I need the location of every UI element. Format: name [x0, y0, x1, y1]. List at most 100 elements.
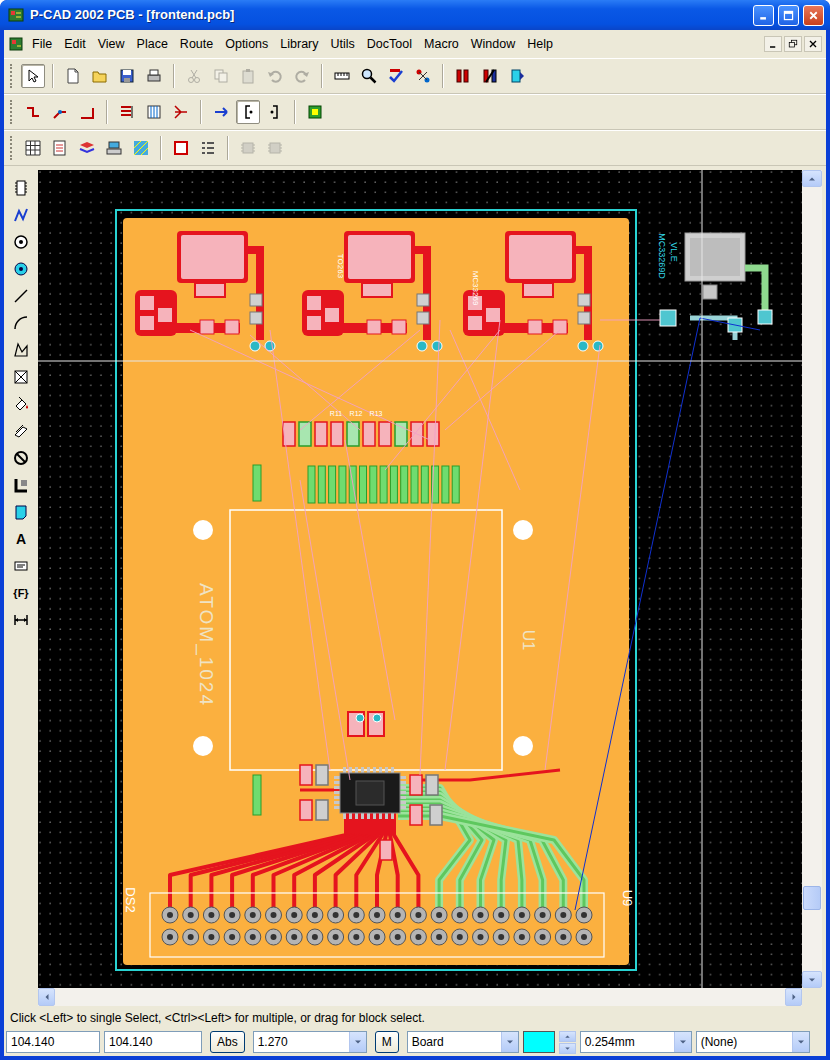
vertical-scrollbar[interactable] [802, 170, 822, 988]
grid-select-dropdown-button[interactable] [349, 1032, 366, 1052]
toolbar-button[interactable] [88, 64, 112, 88]
toolbar-button[interactable] [263, 100, 287, 124]
close-button[interactable] [803, 5, 824, 26]
line-width-select[interactable]: 0.254mm [580, 1031, 692, 1053]
tool-button[interactable] [9, 446, 33, 470]
toolbar-button[interactable] [75, 136, 99, 160]
tool-button[interactable] [9, 338, 33, 362]
tool-button[interactable] [9, 500, 33, 524]
title-bar[interactable]: P-CAD 2002 PCB - [frontend.pcb] [0, 0, 830, 30]
tool-button[interactable] [9, 392, 33, 416]
toolbar-button[interactable] [115, 64, 139, 88]
tool-button[interactable] [9, 257, 33, 281]
tool-button[interactable] [9, 203, 33, 227]
doc-close-button[interactable] [804, 36, 822, 52]
toolbar-button[interactable] [236, 136, 260, 160]
menu-item[interactable]: Utils [325, 33, 361, 56]
module-outline[interactable] [193, 510, 533, 770]
ratsnest[interactable] [190, 318, 760, 910]
layer-color-swatch[interactable] [523, 1031, 555, 1053]
tool-button[interactable] [9, 608, 33, 632]
menu-item[interactable]: Edit [58, 33, 92, 56]
board-outline[interactable] [116, 210, 636, 970]
abs-rel-button[interactable]: Abs [210, 1031, 245, 1053]
menu-item[interactable]: Library [274, 33, 324, 56]
menu-item[interactable]: DocTool [361, 33, 418, 56]
toolbar-button[interactable] [303, 100, 327, 124]
toolbar-grip[interactable] [10, 136, 14, 160]
y-coordinate-field[interactable]: 104.140 [104, 1031, 202, 1053]
tool-button[interactable]: A [9, 527, 33, 551]
toolbar-button[interactable] [21, 64, 45, 88]
menu-item[interactable]: Route [174, 33, 219, 56]
net-select-dropdown-button[interactable] [792, 1032, 809, 1052]
toolbar-button[interactable] [169, 136, 193, 160]
menu-item[interactable]: View [92, 33, 131, 56]
toolbar-button[interactable] [478, 64, 502, 88]
toolbar-button[interactable] [142, 100, 166, 124]
scroll-down-button[interactable] [802, 971, 822, 988]
net-select[interactable]: (None) [696, 1031, 810, 1053]
tool-button[interactable] [9, 284, 33, 308]
menu-item[interactable]: Help [521, 33, 559, 56]
layer-spinner[interactable] [559, 1031, 576, 1053]
toolbar-button[interactable] [357, 64, 381, 88]
menu-item[interactable]: Options [219, 33, 274, 56]
toolbar-button[interactable] [411, 64, 435, 88]
regulator[interactable] [302, 231, 442, 351]
ic-u9-driver[interactable] [300, 712, 442, 860]
toolbar-button[interactable] [209, 64, 233, 88]
minimize-button[interactable] [753, 5, 774, 26]
passive-row[interactable] [283, 422, 439, 446]
toolbar-button[interactable] [102, 136, 126, 160]
toolbar-button[interactable] [384, 64, 408, 88]
toolbar-button[interactable] [236, 64, 260, 88]
tool-button[interactable] [9, 554, 33, 578]
horizontal-scrollbar[interactable] [38, 988, 802, 1006]
toolbar-button[interactable] [263, 64, 287, 88]
pcb-canvas-area[interactable]: ATOM_1024U1DS2U9MC33269DVL.EMC33269TO263… [38, 170, 802, 988]
regulator[interactable] [135, 231, 275, 351]
toolbar-button[interactable] [129, 136, 153, 160]
toolbar-button[interactable] [451, 64, 475, 88]
toolbar-button[interactable] [48, 136, 72, 160]
grid-mode-button[interactable]: M [375, 1031, 399, 1053]
doc-minimize-button[interactable] [764, 36, 782, 52]
tool-button[interactable] [9, 230, 33, 254]
cursor-crosshair[interactable] [38, 170, 802, 988]
scroll-thumb[interactable] [803, 886, 821, 910]
tool-button[interactable] [9, 473, 33, 497]
toolbar-button[interactable] [330, 64, 354, 88]
toolbar-button[interactable] [169, 100, 193, 124]
toolbar-button[interactable] [61, 64, 85, 88]
tool-button[interactable] [9, 176, 33, 200]
menu-item[interactable]: File [26, 33, 58, 56]
toolbar-button[interactable] [115, 100, 139, 124]
toolbar-button[interactable] [263, 136, 287, 160]
toolbar-button[interactable] [48, 100, 72, 124]
toolbar-grip[interactable] [10, 100, 14, 124]
toolbar-grip[interactable] [10, 64, 14, 88]
toolbar-button[interactable] [21, 100, 45, 124]
toolbar-button[interactable] [21, 136, 45, 160]
scroll-up-button[interactable] [802, 170, 822, 187]
toolbar-button[interactable] [236, 100, 260, 124]
toolbar-button[interactable] [290, 64, 314, 88]
x-coordinate-field[interactable]: 104.140 [6, 1031, 100, 1053]
tool-button[interactable]: {F} [9, 581, 33, 605]
toolbar-button[interactable] [505, 64, 529, 88]
line-width-select-dropdown-button[interactable] [674, 1032, 691, 1052]
grid-select[interactable]: 1.270 [253, 1031, 367, 1053]
layer-select-dropdown-button[interactable] [501, 1032, 518, 1052]
scroll-right-button[interactable] [785, 988, 802, 1006]
tool-button[interactable] [9, 365, 33, 389]
toolbar-button[interactable] [142, 64, 166, 88]
maximize-button[interactable] [778, 5, 799, 26]
spin-down-button[interactable] [559, 1043, 576, 1054]
doc-restore-button[interactable] [784, 36, 802, 52]
toolbar-button[interactable] [209, 100, 233, 124]
menu-item[interactable]: Macro [418, 33, 465, 56]
regulator[interactable] [463, 231, 603, 351]
connector-pads[interactable] [253, 465, 459, 815]
toolbar-button[interactable] [182, 64, 206, 88]
